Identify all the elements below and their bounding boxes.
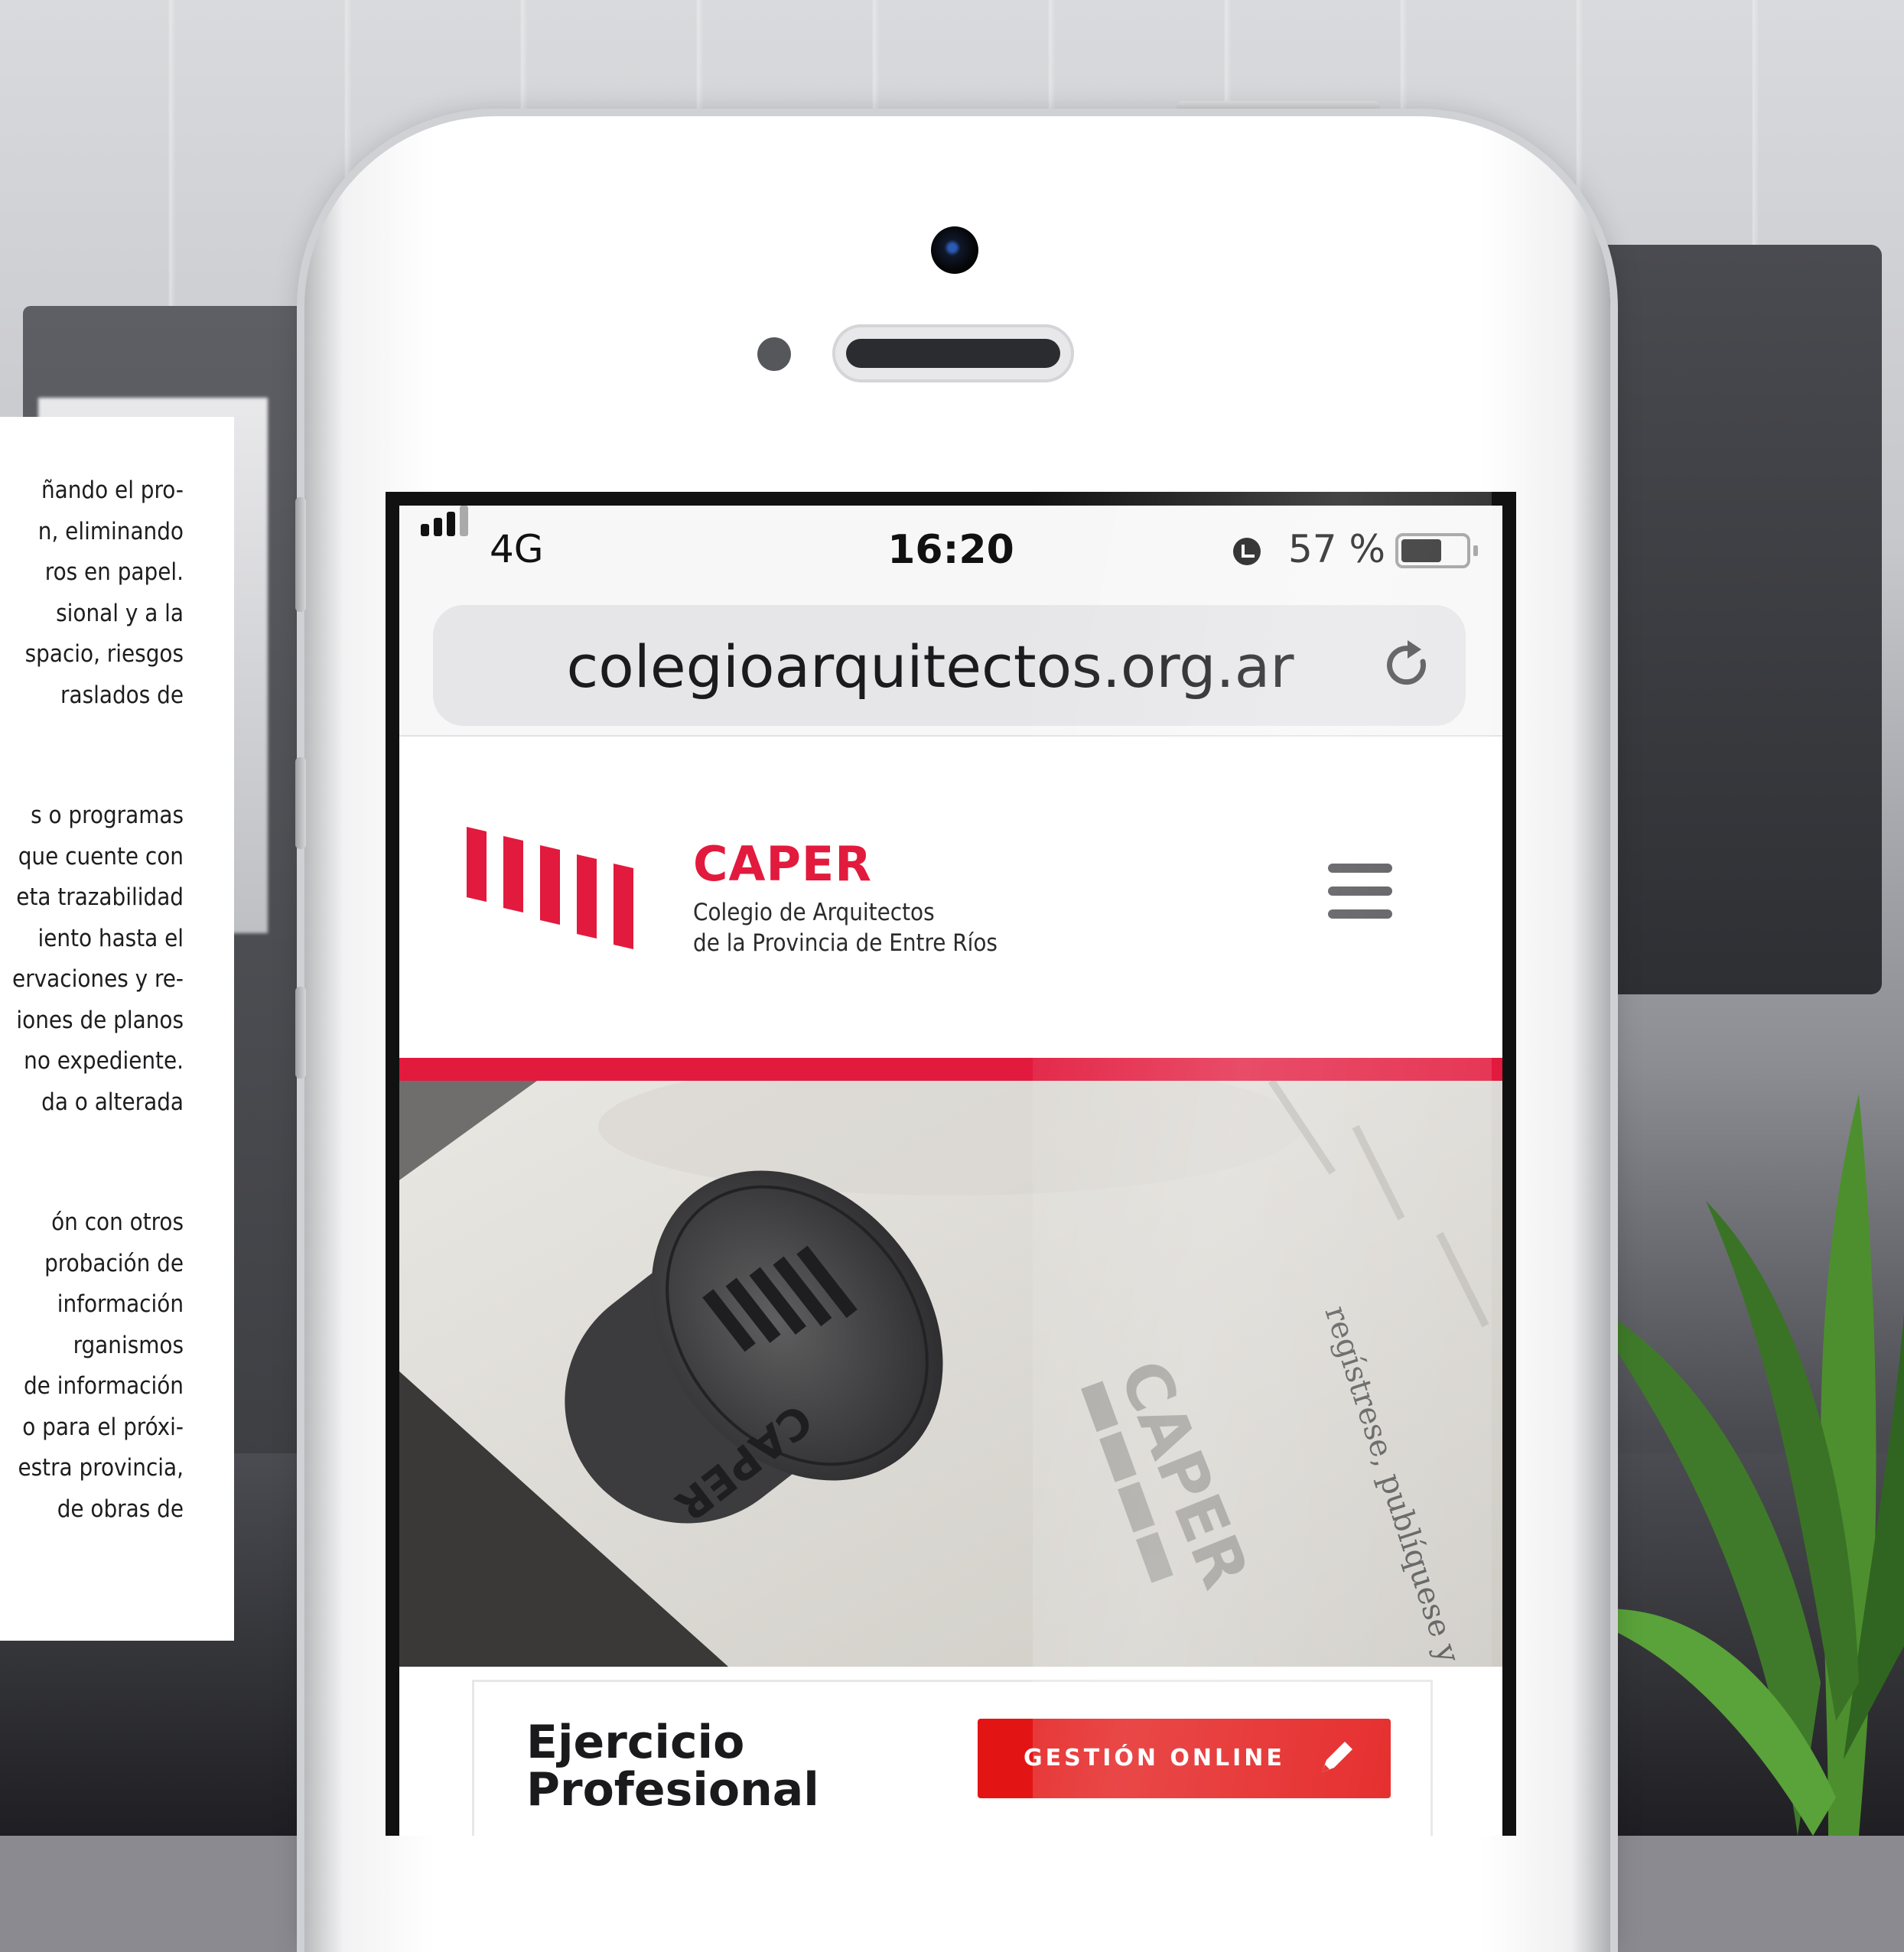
site-header: CAPER Colegio de Arquitectos de la Provi… — [399, 737, 1502, 1058]
status-bar: 4G 16:20 57 % — [399, 506, 1502, 582]
card-title-line-1: Ejercicio — [526, 1716, 745, 1769]
pencil-icon — [1322, 1742, 1352, 1772]
mobile-browser: 4G 16:20 57 % colegioarquitectos.org.ar — [399, 506, 1502, 1836]
text-line: o para el próxi- — [22, 1413, 184, 1441]
text-line: no expediente. — [24, 1047, 184, 1075]
stamp-photo: CAPER CAPER regístrese, publíquese y a — [399, 1081, 1502, 1667]
volume-up-button — [295, 497, 306, 612]
text-line: ervaciones y re- — [12, 965, 184, 993]
battery-icon — [1395, 533, 1478, 568]
mute-switch — [295, 987, 306, 1078]
volume-down-button — [295, 757, 306, 849]
plant-image — [1568, 1094, 1904, 1836]
reload-icon[interactable] — [1382, 639, 1437, 694]
brand-subtitle: Colegio de Arquitectos de la Provincia d… — [693, 897, 998, 958]
text-line: ón con otros — [51, 1209, 184, 1236]
brand-name[interactable]: CAPER — [693, 836, 872, 892]
text-line: iones de planos — [16, 1006, 184, 1034]
text-line: ñando el pro- — [41, 477, 184, 504]
text-line: iento hasta el — [37, 924, 184, 952]
text-line: sional y a la — [56, 599, 184, 627]
text-line: spacio, riesgos — [24, 640, 184, 668]
text-line: información — [57, 1290, 184, 1318]
battery-percentage: 57 % — [1288, 527, 1386, 571]
text-line: eta trazabilidad — [16, 883, 184, 911]
paragraph-1: ñando el pro- n, eliminando ros en papel… — [0, 470, 234, 716]
text-line: s o programas — [31, 802, 184, 829]
earpiece-speaker — [832, 324, 1074, 382]
paragraph-3: ón con otros probación de información rg… — [0, 1202, 234, 1530]
caper-logo-icon[interactable] — [467, 827, 650, 957]
text-line: estra provincia, — [18, 1454, 184, 1482]
phone-screen: 4G 16:20 57 % colegioarquitectos.org.ar — [386, 492, 1516, 1836]
front-camera — [931, 226, 978, 274]
brand-subtitle-line-2: de la Provincia de Entre Ríos — [693, 929, 998, 957]
text-line: rganismos — [73, 1331, 184, 1359]
text-line: da o alterada — [41, 1088, 184, 1116]
browser-toolbar: colegioarquitectos.org.ar — [399, 582, 1502, 737]
text-line: de obras de — [57, 1495, 184, 1523]
gestion-online-label: GESTIÓN ONLINE — [1024, 1745, 1285, 1771]
proximity-sensor — [757, 337, 791, 371]
url-text: colegioarquitectos.org.ar — [566, 633, 1294, 701]
hero-image: CAPER CAPER regístrese, publíquese y a — [399, 1081, 1502, 1667]
text-line: ros en papel. — [44, 558, 184, 586]
text-line: que cuente con — [18, 842, 184, 870]
address-bar[interactable]: colegioarquitectos.org.ar — [433, 605, 1466, 726]
brand-subtitle-line-1: Colegio de Arquitectos — [693, 899, 935, 926]
text-line: raslados de — [60, 681, 184, 709]
card-title: Ejercicio Profesional — [526, 1719, 819, 1814]
gestion-online-button[interactable]: GESTIÓN ONLINE — [978, 1719, 1391, 1798]
paragraph-2: s o programas que cuente con eta trazabi… — [0, 795, 234, 1123]
card-title-line-2: Profesional — [526, 1763, 819, 1817]
hamburger-menu-icon[interactable] — [1328, 864, 1392, 920]
alarm-icon — [1233, 538, 1261, 565]
header-accent-bar — [399, 1058, 1502, 1081]
text-line: probación de — [44, 1249, 184, 1277]
text-line: n, eliminando — [37, 517, 184, 545]
text-line: de información — [23, 1372, 184, 1400]
ejercicio-profesional-card: Ejercicio Profesional GESTIÓN ONLINE — [474, 1682, 1430, 1836]
article-text-card: ñando el pro- n, eliminando ros en papel… — [0, 417, 234, 1641]
